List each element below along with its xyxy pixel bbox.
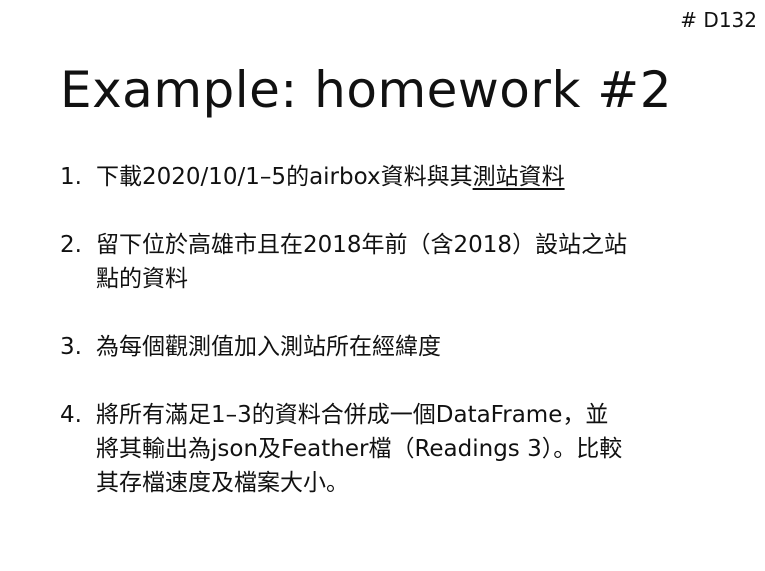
list-item: 1. 下載2020/10/1–5的airbox資料與其測站資料: [60, 160, 750, 194]
list-item-line: 將其輸出為json及Feather檔（Readings 3）。比較: [96, 436, 623, 462]
list-item-line: 為每個觀測值加入測站所在經緯度: [96, 334, 441, 360]
list-item-number: 1.: [60, 164, 82, 190]
list-item: 3. 為每個觀測值加入測站所在經緯度: [60, 330, 750, 364]
list-item-line: 留下位於高雄市且在2018年前（含2018）設站之站: [96, 232, 628, 258]
list-item-line: 下載2020/10/1–5的airbox資料與其測站資料: [96, 160, 750, 194]
list-item-line: 將所有滿足1–3的資料合併成一個DataFrame，並: [96, 402, 609, 428]
slide-number: # D132: [680, 8, 757, 32]
list-item-number: 3.: [60, 334, 82, 360]
list-item-line-text: 下載2020/10/1–5的airbox資料與其: [96, 164, 473, 190]
list-item-line: 其存檔速度及檔案大小。: [96, 470, 349, 496]
list-item: 2. 留下位於高雄市且在2018年前（含2018）設站之站 點的資料: [60, 228, 750, 296]
list-item-text: 將所有滿足1–3的資料合併成一個DataFrame，並 將其輸出為json及Fe…: [96, 398, 750, 500]
list-item-line: 點的資料: [96, 266, 188, 292]
station-data-link[interactable]: 測站資料: [473, 164, 565, 190]
list-item-number: 2.: [60, 232, 82, 258]
list-item: 4. 將所有滿足1–3的資料合併成一個DataFrame，並 將其輸出為json…: [60, 398, 750, 500]
list-item-number: 4.: [60, 402, 82, 428]
list-item-text: 留下位於高雄市且在2018年前（含2018）設站之站 點的資料: [96, 228, 750, 296]
homework-list: 1. 下載2020/10/1–5的airbox資料與其測站資料 2. 留下位於高…: [60, 160, 750, 500]
list-item-text: 下載2020/10/1–5的airbox資料與其測站資料: [96, 160, 750, 194]
slide: # D132 Example: homework #2 1. 下載2020/10…: [0, 0, 765, 571]
list-item-text: 為每個觀測值加入測站所在經緯度: [96, 330, 750, 364]
slide-title: Example: homework #2: [60, 61, 673, 119]
